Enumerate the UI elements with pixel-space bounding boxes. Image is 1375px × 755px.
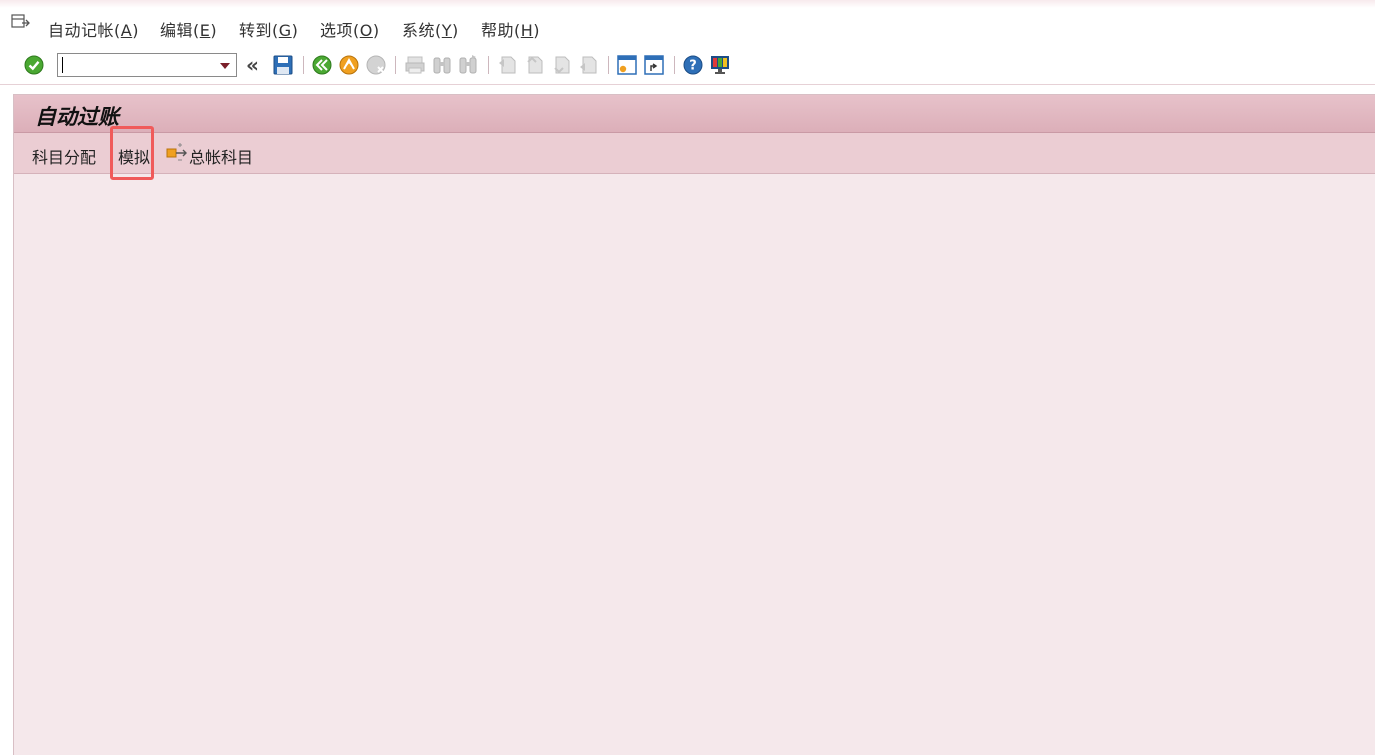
last-page-icon — [578, 54, 600, 76]
svg-text:?: ? — [689, 59, 697, 74]
menu-help[interactable]: 帮助(H) — [481, 17, 540, 41]
text-caret — [62, 57, 63, 73]
help-icon[interactable]: ? — [682, 54, 704, 76]
create-session-icon[interactable] — [616, 54, 638, 76]
customize-layout-icon[interactable] — [709, 54, 731, 76]
toolbar-separator — [488, 56, 489, 74]
menu-system[interactable]: 系统(Y) — [402, 17, 459, 41]
toolbar-separator — [395, 56, 396, 74]
menu-bar: 自动记帐(A) 编辑(E) 转到(G) 选项(O) 系统(Y) 帮助(H) — [0, 0, 1375, 48]
screen-area: 自动过账 科目分配 模拟 总帐科目 — [13, 94, 1375, 755]
back-icon[interactable] — [311, 54, 333, 76]
create-shortcut-icon[interactable] — [643, 54, 665, 76]
menu-edit[interactable]: 编辑(E) — [160, 17, 217, 41]
find-icon — [431, 54, 453, 76]
first-page-icon — [497, 54, 519, 76]
menu-options[interactable]: 选项(O) — [320, 17, 380, 41]
highlight-box — [110, 126, 154, 180]
next-page-icon — [551, 54, 573, 76]
collapse-command-field-icon[interactable]: « — [246, 53, 264, 77]
exit-icon[interactable] — [338, 54, 360, 76]
command-field[interactable] — [57, 53, 237, 77]
title-bar: 自动过账 — [14, 95, 1375, 133]
gl-accounts-button[interactable]: 总帐科目 — [189, 144, 253, 168]
account-assignment-button[interactable]: 科目分配 — [32, 144, 96, 168]
cancel-icon[interactable] — [365, 54, 387, 76]
find-next-icon — [457, 54, 479, 76]
application-toolbar: 科目分配 模拟 总帐科目 — [14, 133, 1375, 174]
save-icon[interactable] — [272, 54, 294, 76]
toolbar-separator — [674, 56, 675, 74]
toolbar-separator — [608, 56, 609, 74]
page-title: 自动过账 — [35, 104, 119, 129]
enter-check-icon[interactable] — [23, 54, 45, 76]
toolbar-separator — [303, 56, 304, 74]
menu-goto[interactable]: 转到(G) — [239, 17, 298, 41]
previous-page-icon — [524, 54, 546, 76]
gl-accounts-icon[interactable] — [166, 143, 188, 163]
chevron-down-icon[interactable] — [220, 63, 230, 69]
print-icon — [404, 54, 426, 76]
menu-auto-posting[interactable]: 自动记帐(A) — [48, 17, 139, 41]
standard-toolbar: « ? — [0, 47, 1375, 85]
system-menu-icon[interactable] — [11, 14, 31, 30]
